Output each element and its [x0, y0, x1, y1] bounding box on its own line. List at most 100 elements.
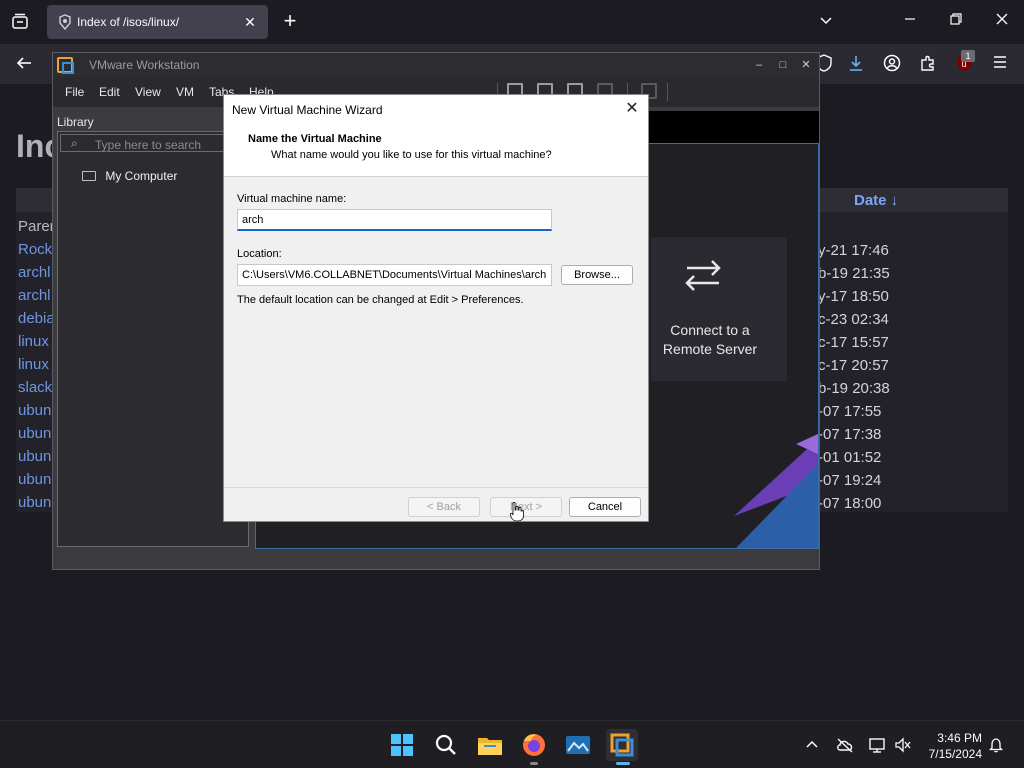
file-date: -07 17:55: [818, 403, 882, 420]
file-date: -07 18:00: [818, 495, 882, 512]
browse-button[interactable]: Browse...: [561, 265, 633, 285]
file-link[interactable]: slack: [18, 379, 55, 402]
file-date: y-17 18:50: [818, 288, 889, 305]
file-link[interactable]: ubun: [18, 425, 55, 448]
close-icon[interactable]: ✕: [622, 99, 642, 119]
photos-icon[interactable]: [562, 729, 594, 761]
file-date: -07 17:38: [818, 426, 882, 443]
vmware-title: VMware Workstation: [89, 58, 200, 72]
date-column-header[interactable]: Date ↓: [854, 192, 898, 209]
volume-muted-icon[interactable]: [894, 737, 912, 756]
file-date: c-17 15:57: [818, 334, 889, 351]
parent-directory-link[interactable]: Parer: [18, 218, 55, 241]
menu-view[interactable]: View: [135, 85, 161, 99]
dialog-subheading: What name would you like to use for this…: [271, 149, 552, 161]
mouse-cursor-icon: [510, 502, 524, 522]
library-label: Library: [57, 115, 94, 129]
search-placeholder: Type here to search: [95, 138, 202, 152]
file-link[interactable]: linux: [18, 333, 55, 356]
extensions-icon[interactable]: [918, 54, 938, 74]
minimize-icon[interactable]: [900, 12, 920, 32]
file-explorer-icon[interactable]: [474, 729, 506, 761]
file-link[interactable]: linux: [18, 356, 55, 379]
dialog-footer-divider: [224, 487, 648, 488]
file-link[interactable]: archl: [18, 264, 55, 287]
account-icon[interactable]: [882, 54, 902, 74]
back-arrow-icon[interactable]: [14, 54, 34, 74]
tab-favicon-icon: [57, 14, 73, 31]
file-date: -07 19:24: [818, 472, 882, 489]
vmware-minimize-icon[interactable]: –: [751, 57, 767, 73]
search-icon: ⌕: [71, 136, 78, 150]
vmware-maximize-icon[interactable]: □: [775, 57, 791, 73]
running-indicator: [616, 762, 630, 765]
next-button[interactable]: Next >: [490, 497, 562, 517]
browser-tab[interactable]: Index of /isos/linux/ ✕: [47, 5, 268, 39]
file-link[interactable]: ubun: [18, 494, 55, 517]
file-link[interactable]: ubun: [18, 402, 55, 425]
connect-remote-server-tile[interactable]: Connect to a Remote Server: [651, 237, 787, 381]
menu-file[interactable]: File: [65, 85, 84, 99]
maximize-icon[interactable]: [946, 12, 966, 32]
tab-dropdown-icon[interactable]: [816, 12, 836, 32]
file-link[interactable]: ubun: [18, 471, 55, 494]
network-icon[interactable]: [868, 737, 886, 756]
browser-tabbar: Index of /isos/linux/ ✕ +: [0, 0, 1024, 44]
search-icon[interactable]: [430, 729, 462, 761]
cancel-button[interactable]: Cancel: [569, 497, 641, 517]
vmware-close-icon[interactable]: ✕: [798, 57, 814, 73]
close-window-icon[interactable]: [992, 12, 1012, 32]
computer-icon: [82, 170, 96, 181]
tab-title: Index of /isos/linux/: [77, 15, 180, 29]
menu-edit[interactable]: Edit: [99, 85, 120, 99]
vm-name-label: Virtual machine name:: [237, 193, 347, 205]
bell-icon[interactable]: [988, 737, 1004, 756]
vm-name-input[interactable]: arch: [237, 209, 552, 231]
start-icon[interactable]: [386, 729, 418, 761]
library-panel: ⌕ Type here to search My Computer: [57, 131, 249, 547]
tree-item-my-computer[interactable]: My Computer: [82, 168, 177, 183]
tree-item-label: My Computer: [105, 168, 178, 183]
file-date: c-17 20:57: [818, 357, 889, 374]
name-column: Parer Rock archl archl debia linux linux slack u…: [18, 218, 55, 517]
cloud-offline-icon[interactable]: [836, 737, 854, 756]
library-search-input[interactable]: ⌕ Type here to search: [60, 134, 246, 152]
location-label: Location:: [237, 248, 282, 260]
chevron-up-icon[interactable]: [804, 737, 820, 756]
dialog-titlebar: New Virtual Machine Wizard ✕: [224, 95, 648, 123]
location-input[interactable]: C:\Users\VM6.COLLABNET\Documents\Virtual…: [237, 264, 552, 286]
file-date: b-19 21:35: [818, 265, 890, 282]
file-date: y-21 17:46: [818, 242, 889, 259]
file-date: b-19 20:38: [818, 380, 890, 397]
file-link[interactable]: archl: [18, 287, 55, 310]
toolbar-separator: [667, 83, 668, 101]
tab-list-icon[interactable]: [10, 12, 30, 32]
file-date: -01 01:52: [818, 449, 882, 466]
file-link[interactable]: Rock: [18, 241, 55, 264]
vmware-icon[interactable]: [606, 729, 638, 765]
tile-label: Connect to a Remote Server: [662, 322, 758, 357]
tab-close-icon[interactable]: ✕: [240, 12, 260, 32]
system-clock[interactable]: 3:46 PM 7/15/2024: [918, 730, 982, 762]
dialog-heading: Name the Virtual Machine: [248, 133, 382, 145]
new-tab-button[interactable]: +: [279, 9, 301, 33]
running-indicator: [530, 762, 538, 765]
swap-arrows-icon: [685, 260, 721, 291]
clock-time: 3:46 PM: [937, 731, 982, 745]
new-vm-wizard-dialog: New Virtual Machine Wizard ✕ Name the Vi…: [223, 94, 649, 522]
date-column: y-21 17:46 b-19 21:35 y-17 18:50 c-23 02:34…: [818, 242, 890, 518]
clock-date: 7/15/2024: [928, 747, 982, 761]
vmware-logo-icon: [57, 57, 74, 74]
downloads-icon[interactable]: [846, 54, 866, 74]
back-button[interactable]: < Back: [408, 497, 480, 517]
file-link[interactable]: debia: [18, 310, 55, 333]
vmware-titlebar: VMware Workstation – □ ✕: [53, 53, 819, 77]
dialog-header: Name the Virtual Machine What name would…: [224, 123, 648, 177]
firefox-icon[interactable]: [518, 729, 550, 765]
file-link[interactable]: ubun: [18, 448, 55, 471]
windows-taskbar: 3:46 PM 7/15/2024: [0, 720, 1024, 768]
vmware-statusbar: [53, 553, 819, 569]
menu-vm[interactable]: VM: [176, 85, 194, 99]
notification-badge: 1: [961, 50, 975, 62]
menu-icon[interactable]: [990, 54, 1010, 74]
